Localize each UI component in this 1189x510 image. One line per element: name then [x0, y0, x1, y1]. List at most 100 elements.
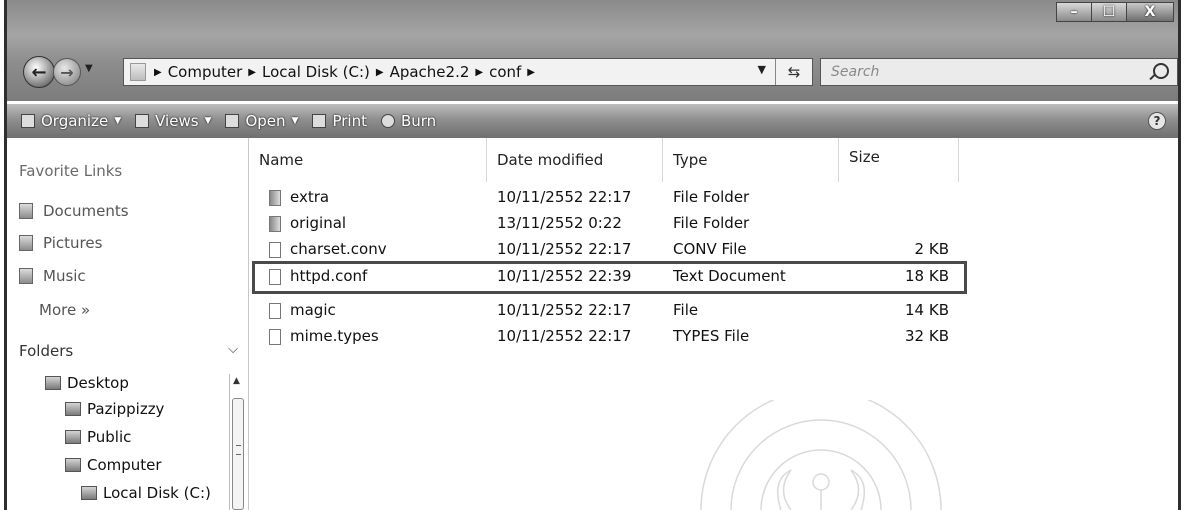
drive-icon [81, 486, 97, 500]
table-row[interactable]: extra 10/11/2552 22:17 File Folder [249, 188, 969, 210]
sidebar-item-label: Documents [43, 202, 129, 220]
close-button[interactable]: X [1126, 2, 1174, 22]
more-links-button[interactable]: More » [39, 301, 90, 319]
forward-arrow-icon[interactable]: → [53, 58, 81, 86]
folders-heading[interactable]: Folders [19, 342, 73, 360]
file-type: File [673, 301, 699, 319]
breadcrumb-local-disk[interactable]: Local Disk (C:) [262, 63, 370, 81]
navigation-pane: Favorite Links Documents Pictures Music … [7, 138, 249, 510]
file-name: original [290, 214, 347, 232]
minimize-button[interactable]: – [1056, 2, 1092, 22]
chevron-down-icon[interactable]: ⌵ [228, 342, 238, 357]
vertical-scrollbar[interactable]: ▲ [229, 374, 246, 510]
column-header-type[interactable]: Type [663, 138, 839, 182]
document-icon [269, 329, 281, 345]
print-button[interactable]: Print [312, 112, 367, 130]
document-icon [269, 242, 281, 258]
back-arrow-icon[interactable]: ← [23, 56, 55, 88]
search-input[interactable]: Search [820, 58, 1178, 86]
column-header-label: Size [849, 148, 880, 166]
column-header-label: Name [259, 151, 304, 169]
scroll-up-icon[interactable]: ▲ [233, 376, 240, 386]
breadcrumb-apache[interactable]: Apache2.2 [390, 63, 470, 81]
tree-item-label: Public [87, 428, 132, 446]
column-header-size[interactable]: Size [839, 138, 959, 182]
breadcrumb-separator-icon[interactable]: ▶ [475, 67, 483, 78]
sidebar-item-pictures[interactable]: Pictures [19, 234, 102, 252]
open-button[interactable]: Open ▼ [225, 112, 298, 130]
address-bar[interactable]: ▶ Computer ▶ Local Disk (C:) ▶ Apache2.2… [123, 58, 813, 86]
views-button[interactable]: Views ▼ [135, 112, 211, 130]
tree-item-computer[interactable]: Computer [65, 456, 162, 474]
table-row[interactable]: original 13/11/2552 0:22 File Folder [249, 214, 969, 236]
sidebar-item-documents[interactable]: Documents [19, 202, 129, 220]
chevron-down-icon: ▼ [291, 116, 299, 126]
favorite-links-heading: Favorite Links [19, 162, 123, 180]
tree-item-public[interactable]: Public [65, 428, 131, 446]
breadcrumb-separator-icon[interactable]: ▶ [248, 67, 256, 78]
sidebar-item-label: Pictures [43, 234, 103, 252]
breadcrumb-conf[interactable]: conf [489, 63, 521, 81]
refresh-icon[interactable]: ⇆ [775, 59, 812, 85]
folder-icon [65, 430, 81, 444]
folder-icon [269, 216, 281, 232]
breadcrumb-computer[interactable]: Computer [168, 63, 243, 81]
file-name: magic [290, 301, 336, 319]
desktop-icon [45, 376, 61, 390]
views-icon [135, 114, 150, 128]
command-toolbar: Organize ▼ Views ▼ Open ▼ Print Burn ? [7, 104, 1178, 138]
tree-item-desktop[interactable]: Desktop [45, 374, 129, 392]
organize-button[interactable]: Organize ▼ [21, 112, 121, 130]
breadcrumb-separator-icon[interactable]: ▶ [527, 67, 535, 78]
folder-icon [130, 63, 146, 81]
help-icon[interactable]: ? [1148, 112, 1166, 130]
tree-item-pazippizzy[interactable]: Pazippizzy [65, 400, 164, 418]
tree-item-local-disk[interactable]: Local Disk (C:) [81, 484, 211, 502]
file-date: 13/11/2552 0:22 [497, 214, 622, 232]
table-row[interactable]: mime.types 10/11/2552 22:17 TYPES File 3… [249, 327, 969, 349]
tree-item-label: Pazippizzy [87, 400, 165, 418]
caption-buttons: – ☐ X [1056, 2, 1174, 22]
folder-icon [269, 190, 281, 206]
sort-ascending-icon: ˄ [277, 131, 283, 144]
chevron-down-icon: ▼ [114, 116, 122, 126]
recent-pages-chevron-icon[interactable]: ▼ [85, 63, 99, 77]
file-type: TYPES File [673, 327, 750, 345]
breadcrumb-separator-icon[interactable]: ▶ [154, 67, 162, 78]
highlight-annotation-box [252, 261, 967, 294]
print-label: Print [332, 112, 367, 130]
file-date: 10/11/2552 22:17 [497, 327, 632, 345]
organize-label: Organize [41, 112, 109, 130]
search-icon[interactable] [1153, 63, 1169, 79]
sidebar-item-music[interactable]: Music [19, 267, 86, 285]
column-header-label: Type [673, 151, 708, 169]
column-header-date[interactable]: Date modified [487, 138, 663, 182]
open-label: Open [245, 112, 286, 130]
breadcrumb-separator-icon[interactable]: ▶ [376, 67, 384, 78]
document-icon [269, 303, 281, 319]
pictures-icon [19, 235, 33, 251]
burn-label: Burn [400, 112, 437, 130]
file-name: mime.types [290, 327, 379, 345]
file-date: 10/11/2552 22:17 [497, 188, 632, 206]
watermark-emblem-icon [700, 400, 942, 510]
burn-button[interactable]: Burn [380, 112, 437, 130]
disc-icon [380, 114, 395, 128]
user-folder-icon [65, 402, 81, 416]
table-row[interactable]: magic 10/11/2552 22:17 File 14 KB [249, 301, 969, 323]
column-header-name[interactable]: ˄ Name [249, 131, 487, 182]
tree-item-label: Computer [87, 456, 162, 474]
maximize-button[interactable]: ☐ [1091, 2, 1127, 22]
chevron-down-icon: ▼ [204, 116, 212, 126]
address-dropdown-icon[interactable]: ▼ [758, 63, 766, 76]
computer-icon [65, 458, 81, 472]
search-placeholder: Search [831, 64, 880, 80]
music-icon [19, 268, 33, 284]
scroll-thumb[interactable] [232, 398, 244, 510]
file-type: CONV File [673, 240, 747, 258]
organize-icon [21, 114, 35, 128]
file-name: charset.conv [290, 240, 387, 258]
file-name: extra [290, 188, 330, 206]
table-row[interactable]: charset.conv 10/11/2552 22:17 CONV File … [249, 240, 969, 262]
file-type: File Folder [673, 188, 750, 206]
